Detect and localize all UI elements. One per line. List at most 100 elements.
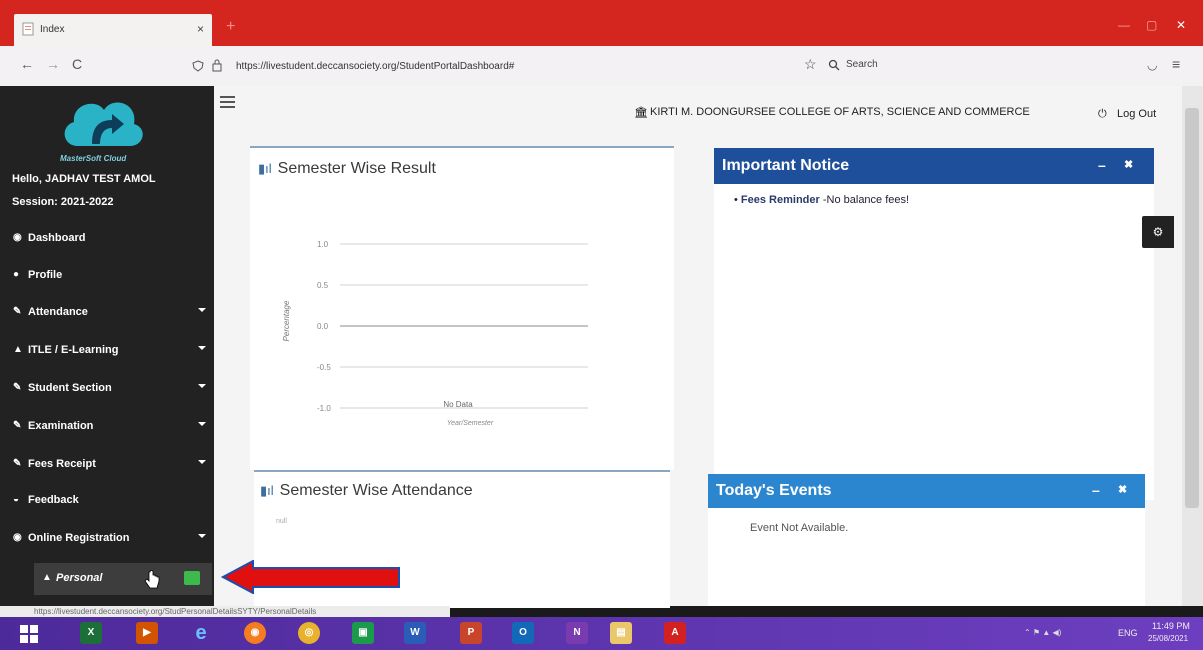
close-window-icon[interactable]: ✕ xyxy=(1176,18,1186,32)
sidebar-item-label: Feedback xyxy=(28,494,79,506)
y-tick-label: 1.0 xyxy=(317,240,329,249)
sidebar-item-personal[interactable]: ▲ Personal xyxy=(34,563,212,595)
pencil-icon: ✎ xyxy=(13,420,22,431)
reload-button[interactable]: C xyxy=(72,56,82,72)
windows-start-icon[interactable] xyxy=(20,625,38,643)
window-controls: — ▢ ✕ xyxy=(1108,14,1198,38)
language-indicator[interactable]: ENG xyxy=(1118,628,1138,638)
store-icon[interactable]: ▣ xyxy=(352,622,374,644)
power-icon[interactable]: ⏻ xyxy=(1098,108,1107,121)
events-title: Today's Events xyxy=(716,482,832,499)
settings-gear-button[interactable]: ⚙ xyxy=(1142,216,1174,248)
clock-date[interactable]: 25/08/2021 xyxy=(1148,634,1188,643)
minimize-panel-icon[interactable]: – xyxy=(1098,157,1106,173)
y-tick-label: 0.0 xyxy=(317,322,329,331)
sidebar-item-fees-receipt[interactable]: ✎ Fees Receipt xyxy=(0,446,214,482)
chrome-icon[interactable]: ◎ xyxy=(298,622,320,644)
sidebar: MasterSoft Cloud Hello, JADHAV TEST AMOL… xyxy=(0,86,214,606)
panel-title: ▮ıl Semester Wise Result xyxy=(258,160,436,177)
word-icon[interactable]: W xyxy=(404,622,426,644)
sidebar-item-label: Fees Receipt xyxy=(28,458,96,470)
back-button[interactable]: ← xyxy=(20,56,34,72)
close-panel-icon[interactable]: ✖ xyxy=(1124,158,1133,171)
caret-down-icon xyxy=(198,346,206,350)
system-tray-icons[interactable]: ⌃ ⚑ ▲ ◀) xyxy=(1024,628,1061,637)
no-data-label: No Data xyxy=(443,400,473,409)
minimize-panel-icon[interactable]: – xyxy=(1092,482,1100,498)
excel-icon[interactable]: X xyxy=(80,622,102,644)
circle-icon: ◉ xyxy=(13,532,22,543)
attendance-value: null xyxy=(276,518,287,525)
sidebar-toggle-button[interactable] xyxy=(220,96,236,110)
x-axis-label: Year/Semester xyxy=(447,420,494,427)
file-explorer-icon[interactable]: ▤ xyxy=(610,622,632,644)
taskbar: X ▶ e ◉ ◎ ▣ W P O N ▤ A ⌃ ⚑ ▲ ◀) ENG 11:… xyxy=(0,617,1203,650)
brand-name: MasterSoft Cloud xyxy=(60,154,127,163)
acrobat-icon[interactable]: A xyxy=(664,622,686,644)
cloud-logo-icon xyxy=(64,102,143,146)
internet-explorer-icon[interactable]: e xyxy=(190,622,212,644)
tab-title: Index xyxy=(40,24,65,35)
sidebar-item-attendance[interactable]: ✎ Attendance xyxy=(0,294,214,330)
pencil-icon: ✎ xyxy=(13,306,22,317)
browser-tab-bar: Index × + — ▢ ✕ xyxy=(0,0,1203,46)
events-header: Today's Events – ✖ xyxy=(708,474,1145,508)
events-text: Event Not Available. xyxy=(750,522,849,534)
sidebar-item-label: Profile xyxy=(28,269,63,281)
institution-icon: 🏛 xyxy=(634,107,648,119)
bookmark-star-icon[interactable]: ☆ xyxy=(804,56,817,73)
sidebar-item-profile[interactable]: ● Profile xyxy=(0,257,214,293)
badge-icon xyxy=(184,571,200,585)
sidebar-item-feedback[interactable]: ◒ Feedback xyxy=(0,482,214,518)
sidebar-item-examination[interactable]: ✎ Examination xyxy=(0,408,214,444)
caret-down-icon xyxy=(198,534,206,538)
bar-chart-icon: ▮ıl xyxy=(258,161,272,176)
shield-icon xyxy=(192,60,204,72)
search-placeholder: Search xyxy=(846,59,878,70)
notice-title: Important Notice xyxy=(722,157,850,174)
onenote-icon[interactable]: N xyxy=(566,622,588,644)
result-chart: 1.0 0.5 0.0 -0.5 -1.0 Percentage No Data Yea… xyxy=(282,240,588,427)
scrollbar-thumb[interactable] xyxy=(1185,108,1199,508)
pocket-icon[interactable]: ◡ xyxy=(1147,58,1157,72)
menu-icon[interactable]: ≡ xyxy=(1172,56,1180,72)
pencil-icon: ✎ xyxy=(13,382,22,393)
sidebar-item-itle-e-learning[interactable]: ▲ ITLE / E-Learning xyxy=(0,332,214,368)
forward-button[interactable]: → xyxy=(46,56,60,72)
sidebar-item-dashboard[interactable]: ◉ Dashboard xyxy=(0,220,214,256)
search-input[interactable]: Search xyxy=(822,54,1022,78)
url-text: https://livestudent.deccansociety.org/St… xyxy=(236,61,515,72)
sidebar-item-online-registration[interactable]: ◉ Online Registration xyxy=(0,520,214,556)
y-tick-label: -0.5 xyxy=(317,363,331,372)
caret-down-icon xyxy=(198,308,206,312)
sidebar-item-label: Examination xyxy=(28,420,94,432)
tab-close-icon[interactable]: × xyxy=(197,22,204,36)
bar-chart-icon: ▮ıl xyxy=(260,483,274,498)
user-icon: ▲ xyxy=(42,572,52,583)
sidebar-item-student-section[interactable]: ✎ Student Section xyxy=(0,370,214,406)
status-url: https://livestudent.deccansociety.org/St… xyxy=(34,607,317,616)
sidebar-item-label: Personal xyxy=(56,572,103,584)
close-panel-icon[interactable]: ✖ xyxy=(1118,483,1127,496)
clock-time[interactable]: 11:49 PM xyxy=(1152,621,1190,631)
outlook-icon[interactable]: O xyxy=(512,622,534,644)
y-tick-label: 0.5 xyxy=(317,281,329,290)
powerpoint-icon[interactable]: P xyxy=(460,622,482,644)
events-body: Event Not Available. xyxy=(708,508,1145,606)
browser-toolbar: ← → C https://livestudent.deccansociety.… xyxy=(0,46,1203,87)
dashboard-icon: ◉ xyxy=(13,232,22,243)
address-bar[interactable]: https://livestudent.deccansociety.org/St… xyxy=(190,54,780,78)
new-tab-button[interactable]: + xyxy=(226,18,235,36)
sidebar-item-label: Student Section xyxy=(28,382,112,394)
minimize-icon[interactable]: — xyxy=(1118,18,1130,32)
maximize-icon[interactable]: ▢ xyxy=(1146,18,1157,32)
greeting-text: Hello, JADHAV TEST AMOL xyxy=(12,173,156,185)
browser-tab[interactable]: Index × xyxy=(14,14,212,46)
sidebar-item-label: Online Registration xyxy=(28,532,130,544)
y-axis-label: Percentage xyxy=(282,300,291,341)
media-player-icon[interactable]: ▶ xyxy=(136,622,158,644)
logout-link[interactable]: Log Out xyxy=(1117,108,1156,120)
firefox-icon[interactable]: ◉ xyxy=(244,622,266,644)
college-name: KIRTI M. DOONGURSEE COLLEGE OF ARTS, SCI… xyxy=(650,106,1030,118)
page-icon xyxy=(22,22,34,36)
